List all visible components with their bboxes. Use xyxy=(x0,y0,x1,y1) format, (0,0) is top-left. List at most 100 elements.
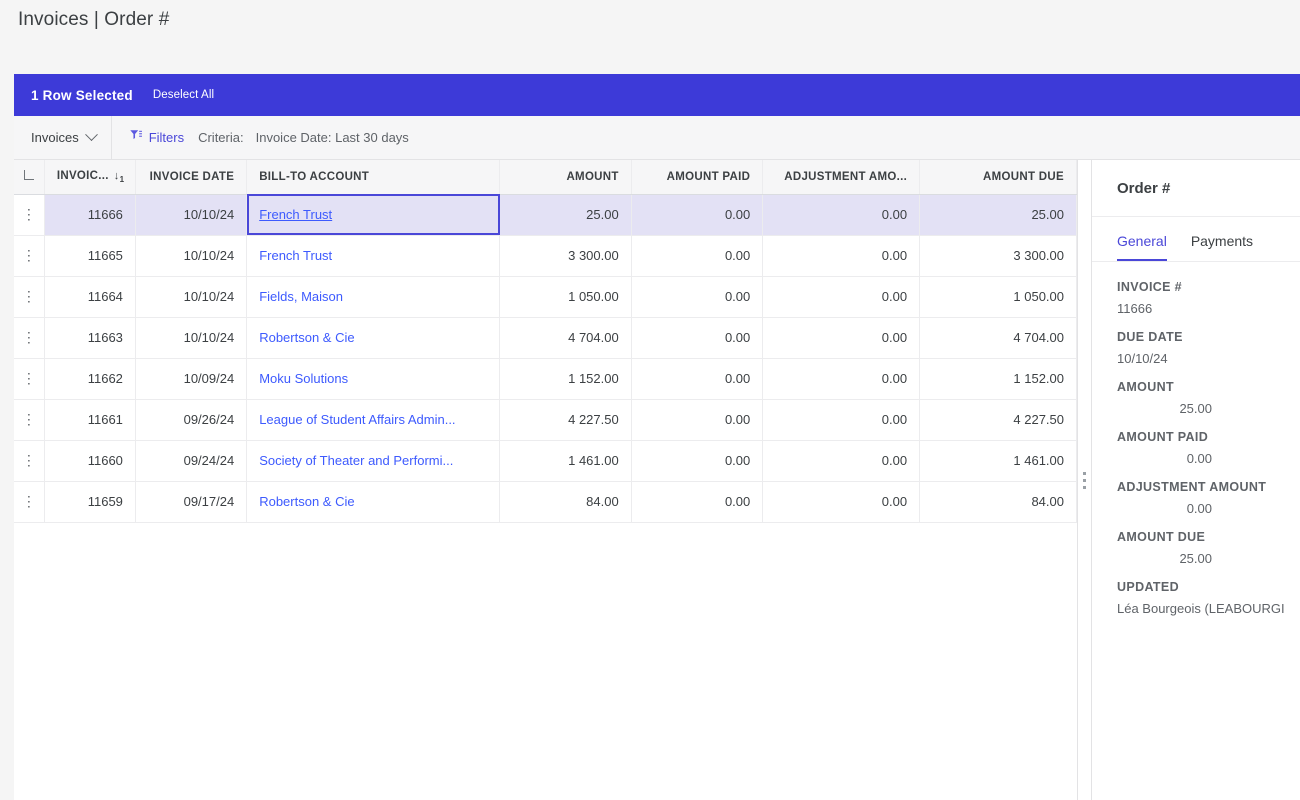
sort-descending-icon: ↓1 xyxy=(113,169,125,184)
table-row[interactable]: ⋮ 11661 09/26/24 League of Student Affairs … xyxy=(14,399,1077,441)
row-menu-button[interactable]: ⋮ xyxy=(14,194,45,236)
column-header-label: ADJUSTMENT AMO... xyxy=(784,170,908,183)
page-title: Invoices | Order # xyxy=(18,9,170,30)
kebab-menu-icon: ⋮ xyxy=(21,247,36,263)
cell-date: 10/10/24 xyxy=(135,194,248,236)
detail-header: Order # xyxy=(1092,160,1300,217)
column-header-label: AMOUNT xyxy=(566,170,619,183)
cell-account[interactable]: Robertson & Cie xyxy=(246,317,501,359)
cell-invoice: 11661 xyxy=(44,399,136,441)
tab-general[interactable]: General xyxy=(1117,233,1167,261)
detail-field-label: AMOUNT xyxy=(1117,380,1174,394)
cell-account[interactable]: Society of Theater and Performi... xyxy=(246,440,501,482)
column-header-paid[interactable]: AMOUNT PAID xyxy=(631,160,764,195)
detail-field: INVOICE # 11666 xyxy=(1117,276,1300,324)
bill-to-account-link[interactable]: Fields, Maison xyxy=(259,289,343,304)
cell-invoice: 11664 xyxy=(44,276,136,318)
kebab-menu-icon: ⋮ xyxy=(21,329,36,345)
grid-toolbar: Invoices Filters Criteria: Invoice Date:… xyxy=(14,116,1300,160)
cell-account[interactable]: Robertson & Cie xyxy=(246,481,501,523)
cell-date: 10/10/24 xyxy=(135,317,248,359)
detail-panel: Order # General Payments INVOICE # 11666 DU… xyxy=(1091,160,1300,800)
tab-payments[interactable]: Payments xyxy=(1191,233,1253,261)
row-menu-button[interactable]: ⋮ xyxy=(14,358,45,400)
column-header-label: INVOIC... xyxy=(56,169,109,182)
table-row[interactable]: ⋮ 11660 09/24/24 Society of Theater and Per… xyxy=(14,440,1077,482)
grid-header: INVOIC... ↓1 INVOICE DATE BILL-TO ACCOUNT AM… xyxy=(14,160,1077,195)
select-all-corner[interactable] xyxy=(14,160,45,195)
bill-to-account-link[interactable]: Robertson & Cie xyxy=(259,494,354,509)
criteria-value[interactable]: Invoice Date: Last 30 days xyxy=(256,130,409,145)
detail-field-value: 25.00 xyxy=(1179,551,1212,566)
detail-field-label: UPDATED xyxy=(1117,580,1179,594)
kebab-menu-icon: ⋮ xyxy=(21,206,36,222)
cell-paid: 0.00 xyxy=(631,440,764,482)
table-row[interactable]: ⋮ 11666 10/10/24 French Trust 25.00 0.00 0.00 2… xyxy=(14,194,1077,236)
column-header-invoice[interactable]: INVOIC... ↓1 xyxy=(44,160,136,195)
cell-paid: 0.00 xyxy=(631,399,764,441)
criteria-label: Criteria: xyxy=(198,130,244,145)
row-menu-button[interactable]: ⋮ xyxy=(14,399,45,441)
detail-field-label: DUE DATE xyxy=(1117,330,1183,344)
bill-to-account-link[interactable]: League of Student Affairs Admin... xyxy=(259,412,455,427)
column-header-account[interactable]: BILL-TO ACCOUNT xyxy=(246,160,501,195)
invoices-grid: INVOIC... ↓1 INVOICE DATE BILL-TO ACCOUNT AM… xyxy=(14,160,1077,523)
cell-invoice: 11659 xyxy=(44,481,136,523)
detail-field: DUE DATE 10/10/24 xyxy=(1117,326,1300,374)
table-row[interactable]: ⋮ 11664 10/10/24 Fields, Maison 1 050.00 0.00… xyxy=(14,276,1077,318)
cell-account[interactable]: Fields, Maison xyxy=(246,276,501,318)
filters-label: Filters xyxy=(148,130,185,145)
bill-to-account-link[interactable]: Moku Solutions xyxy=(259,371,348,386)
panel-splitter-handle[interactable] xyxy=(1078,160,1091,800)
column-header-amount[interactable]: AMOUNT xyxy=(499,160,632,195)
cell-account[interactable]: Moku Solutions xyxy=(246,358,501,400)
column-header-due[interactable]: AMOUNT DUE xyxy=(919,160,1077,195)
cell-due: 25.00 xyxy=(919,194,1077,236)
table-row[interactable]: ⋮ 11665 10/10/24 French Trust 3 300.00 0.00 0.… xyxy=(14,235,1077,277)
table-row[interactable]: ⋮ 11663 10/10/24 Robertson & Cie 4 704.00 0.0… xyxy=(14,317,1077,359)
detail-title: Order # xyxy=(1117,179,1171,197)
kebab-menu-icon: ⋮ xyxy=(21,452,36,468)
grid-body: ⋮ 11666 10/10/24 French Trust 25.00 0.00 0.00 2… xyxy=(14,194,1077,523)
cell-date: 10/10/24 xyxy=(135,235,248,277)
detail-field-label: ADJUSTMENT AMOUNT xyxy=(1117,480,1267,494)
detail-field-value: 11666 xyxy=(1117,301,1153,316)
detail-tabs: General Payments xyxy=(1092,217,1300,262)
content-split: INVOIC... ↓1 INVOICE DATE BILL-TO ACCOUNT AM… xyxy=(14,160,1300,800)
row-menu-button[interactable]: ⋮ xyxy=(14,276,45,318)
detail-field: AMOUNT DUE 25.00 xyxy=(1117,526,1300,574)
kebab-menu-icon: ⋮ xyxy=(21,493,36,509)
cell-date: 10/10/24 xyxy=(135,276,248,318)
bill-to-account-link[interactable]: Robertson & Cie xyxy=(259,330,354,345)
detail-field-label: INVOICE # xyxy=(1117,280,1182,294)
cell-amount: 1 461.00 xyxy=(499,440,632,482)
cell-paid: 0.00 xyxy=(631,481,764,523)
row-menu-button[interactable]: ⋮ xyxy=(14,235,45,277)
table-row[interactable]: ⋮ 11662 10/09/24 Moku Solutions 1 152.00 0.00… xyxy=(14,358,1077,400)
row-menu-button[interactable]: ⋮ xyxy=(14,440,45,482)
detail-field-value: 10/10/24 xyxy=(1117,351,1168,366)
column-header-adjust[interactable]: ADJUSTMENT AMO... xyxy=(762,160,921,195)
view-selector[interactable]: Invoices xyxy=(14,116,112,159)
bill-to-account-link[interactable]: French Trust xyxy=(259,207,332,222)
cell-amount: 3 300.00 xyxy=(499,235,632,277)
bill-to-account-link[interactable]: French Trust xyxy=(259,248,332,263)
column-header-date[interactable]: INVOICE DATE xyxy=(135,160,248,195)
row-menu-button[interactable]: ⋮ xyxy=(14,317,45,359)
cell-adjust: 0.00 xyxy=(762,481,921,523)
cell-account[interactable]: League of Student Affairs Admin... xyxy=(246,399,501,441)
cell-paid: 0.00 xyxy=(631,194,764,236)
cell-adjust: 0.00 xyxy=(762,276,921,318)
cell-due: 1 461.00 xyxy=(919,440,1077,482)
filters-button[interactable]: Filters xyxy=(129,128,184,147)
deselect-all-button[interactable]: Deselect All xyxy=(153,89,214,101)
cell-invoice: 11663 xyxy=(44,317,136,359)
cell-amount: 4 227.50 xyxy=(499,399,632,441)
cell-account[interactable]: French Trust xyxy=(246,235,501,277)
bill-to-account-link[interactable]: Society of Theater and Performi... xyxy=(259,453,453,468)
row-menu-button[interactable]: ⋮ xyxy=(14,481,45,523)
grid-header-row: INVOIC... ↓1 INVOICE DATE BILL-TO ACCOUNT AM… xyxy=(14,160,1077,195)
table-row[interactable]: ⋮ 11659 09/17/24 Robertson & Cie 84.00 0.00 0.… xyxy=(14,481,1077,523)
cell-account[interactable]: French Trust xyxy=(246,194,501,236)
cell-date: 09/24/24 xyxy=(135,440,248,482)
